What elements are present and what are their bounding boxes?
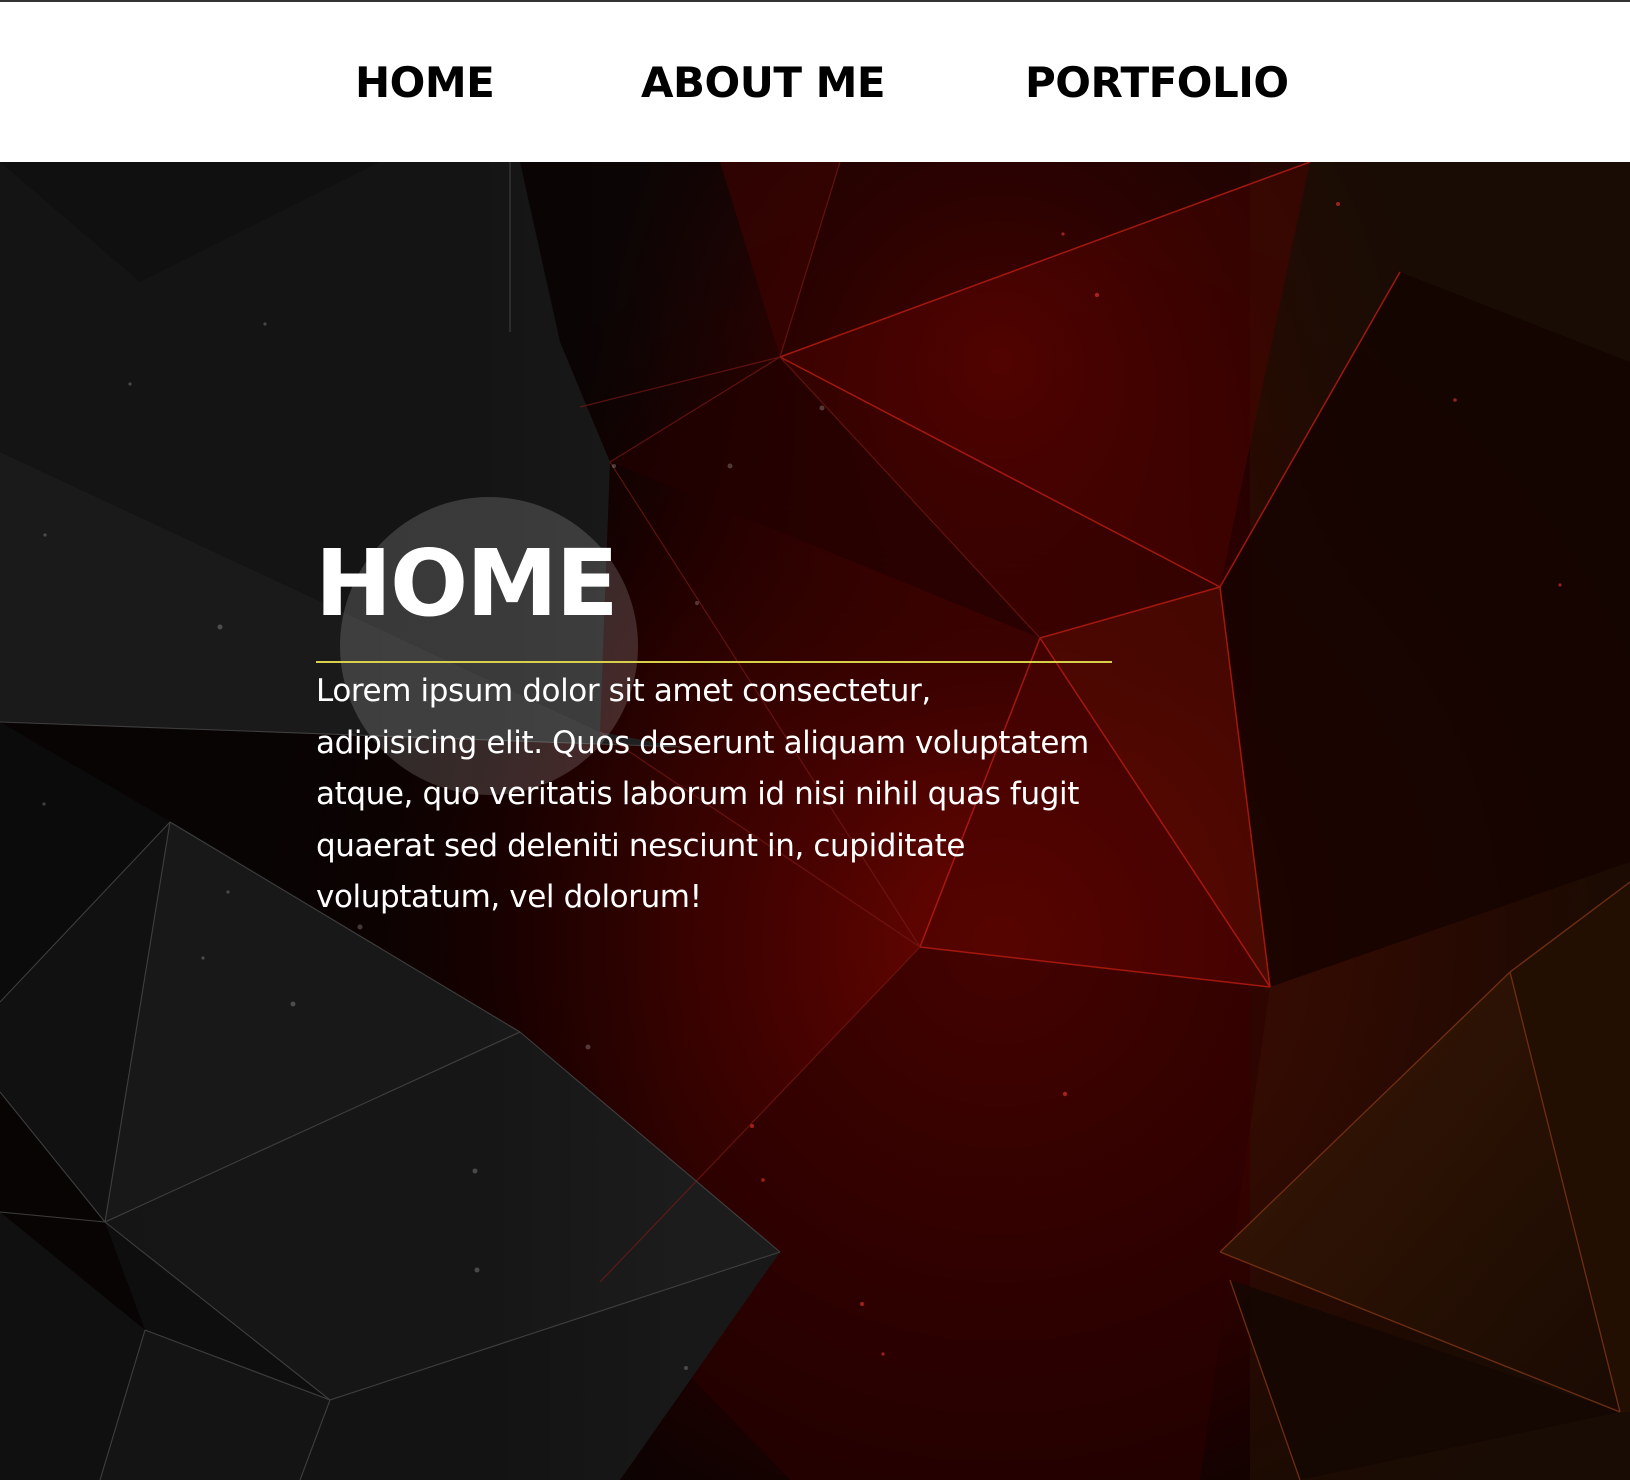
nav-link-home[interactable]: HOME	[355, 58, 495, 108]
nav-link-portfolio[interactable]: PORTFOLIO	[1025, 58, 1289, 108]
hero-section: HOME Lorem ipsum dolor sit amet consecte…	[0, 162, 1630, 1480]
nav-link-about-me[interactable]: ABOUT ME	[641, 58, 886, 108]
hero-description: Lorem ipsum dolor sit amet consectetur, …	[316, 673, 1089, 915]
hero-title: HOME	[315, 530, 619, 637]
hero-divider-line	[316, 661, 1112, 663]
top-navigation-bar: HOME ABOUT ME PORTFOLIO	[0, 2, 1630, 162]
